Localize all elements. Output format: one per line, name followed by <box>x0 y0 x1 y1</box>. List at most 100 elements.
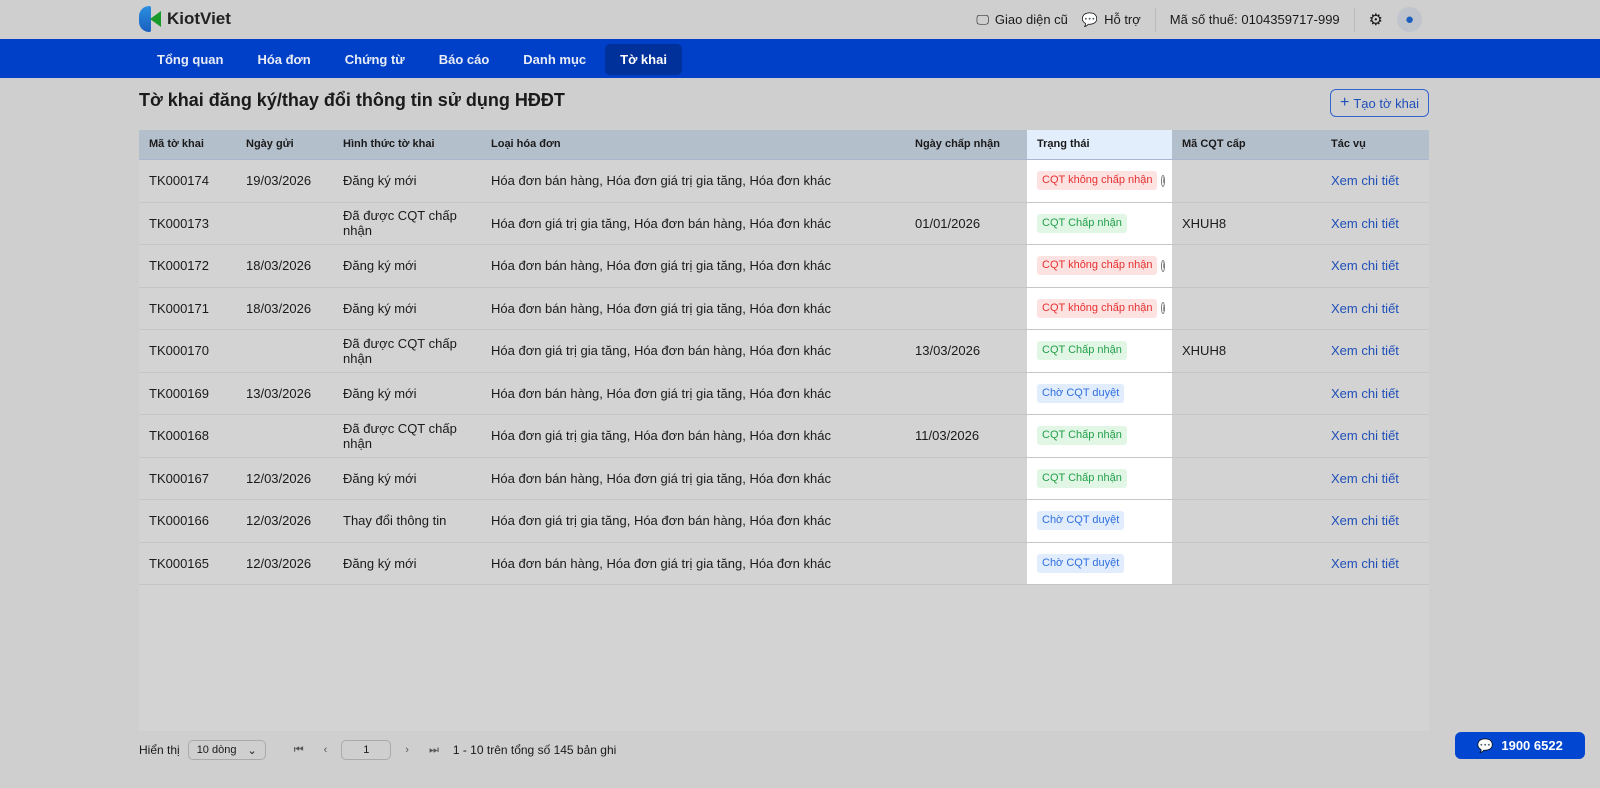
info-icon[interactable]: i <box>1161 259 1166 272</box>
declaration-id: TK000173 <box>149 215 209 231</box>
sent-date: 12/03/2026 <box>246 555 312 571</box>
cell-tax-authority-code <box>1172 288 1321 330</box>
status-badge: CQT không chấp nhận <box>1037 256 1158 276</box>
old-ui-label: Giao diện cũ <box>994 12 1068 27</box>
kiotviet-logo-icon <box>139 6 161 32</box>
pagination: Hiển thị 10 dòng ⌄ ⏮ ‹ 1 › ⏭ 1 - 10 trên … <box>139 740 616 760</box>
info-icon[interactable]: i <box>1161 302 1166 315</box>
invoice-types: Hóa đơn giá trị gia tăng, Hóa đơn bán hà… <box>491 513 831 529</box>
cell-declaration-form: Đăng ký mới <box>333 458 481 500</box>
top-bar: KiotViet 🖵 Giao diện cũ 💬 Hỗ trợ Mã số thu… <box>0 0 1600 39</box>
cell-view-detail-link: Xem chi tiết <box>1321 160 1429 202</box>
last-page-icon[interactable]: ⏭ <box>423 744 445 757</box>
declaration-id: TK000165 <box>149 555 209 571</box>
cell-declaration-id: TK000174 <box>139 160 236 202</box>
column-header: Trạng thái <box>1027 130 1172 159</box>
cell-invoice-types: Hóa đơn bán hàng, Hóa đơn giá trị gia tă… <box>481 458 905 500</box>
chevron-down-icon: ⌄ <box>247 744 257 757</box>
cell-declaration-id: TK000172 <box>139 245 236 287</box>
status-badge: CQT Chấp nhận <box>1037 341 1127 361</box>
cell-accepted-date <box>905 500 1027 542</box>
view-detail-link[interactable]: Xem chi tiết <box>1331 343 1399 358</box>
nav-tab[interactable]: Tờ khai <box>605 44 682 75</box>
cell-declaration-id: TK000165 <box>139 543 236 585</box>
cell-declaration-form: Đăng ký mới <box>333 245 481 287</box>
nav-tab[interactable]: Hóa đơn <box>242 44 325 75</box>
sent-date: 12/03/2026 <box>246 470 312 486</box>
nav-tab[interactable]: Chứng từ <box>330 44 420 75</box>
cell-status-badge: CQT Chấp nhận <box>1027 415 1172 457</box>
status-badge: CQT không chấp nhận <box>1037 298 1158 318</box>
invoice-types: Hóa đơn bán hàng, Hóa đơn giá trị gia tă… <box>491 173 831 189</box>
declaration-id: TK000171 <box>149 300 209 316</box>
cell-declaration-id: TK000167 <box>139 458 236 500</box>
first-page-icon[interactable]: ⏮ <box>288 744 310 757</box>
status-badge: CQT Chấp nhận <box>1037 213 1127 233</box>
accepted-date: 01/01/2026 <box>915 215 981 231</box>
cell-accepted-date: 01/01/2026 <box>905 203 1027 245</box>
next-page-icon[interactable]: › <box>399 744 415 756</box>
cell-declaration-id: TK000173 <box>139 203 236 245</box>
plus-icon: + <box>1340 94 1350 111</box>
tax-code: Mã số thuế: 0104359717-999 <box>1169 12 1340 27</box>
page-input[interactable]: 1 <box>341 740 392 760</box>
column-header: Mã CQT cấp <box>1182 138 1246 150</box>
pagination-summary: 1 - 10 trên tổng số 145 bản ghi <box>452 743 617 757</box>
cell-tax-authority-code: XHUH8 <box>1172 203 1321 245</box>
brand-name: KiotViet <box>167 9 231 28</box>
cell-sent-date <box>236 203 333 245</box>
declaration-form: Đăng ký mới <box>343 470 417 486</box>
old-ui-link[interactable]: 🖵 Giao diện cũ <box>976 12 1068 28</box>
hotline-button[interactable]: 💬 1900 6522 <box>1455 732 1585 759</box>
logo[interactable]: KiotViet <box>139 6 231 32</box>
declaration-form: Đã được CQT chấp nhận <box>343 335 457 366</box>
status-badge: Chờ CQT duyệt <box>1037 553 1125 573</box>
view-detail-link[interactable]: Xem chi tiết <box>1331 428 1399 443</box>
gear-icon[interactable]: ⚙ <box>1369 10 1383 30</box>
info-icon[interactable]: i <box>1161 174 1166 187</box>
tax-authority-code: XHUH8 <box>1182 215 1227 231</box>
page-size-select[interactable]: 10 dòng ⌄ <box>187 740 266 760</box>
cell-status-badge: CQT Chấp nhận <box>1027 457 1172 499</box>
view-detail-link[interactable]: Xem chi tiết <box>1331 301 1399 316</box>
chat-icon: 💬 <box>1477 737 1494 753</box>
view-detail-link[interactable]: Xem chi tiết <box>1331 216 1399 231</box>
view-detail-link[interactable]: Xem chi tiết <box>1331 513 1399 528</box>
table-row: TK000165 12/03/2026 Đăng ký mới Hóa đơn bán… <box>139 542 1429 585</box>
view-detail-link[interactable]: Xem chi tiết <box>1331 173 1399 188</box>
cell-tax-authority-code <box>1172 245 1321 287</box>
cell-tax-authority-code <box>1172 415 1321 457</box>
table-row: TK000174 19/03/2026 Đăng ký mới Hóa đơn bán… <box>139 160 1429 203</box>
view-detail-link[interactable]: Xem chi tiết <box>1331 471 1399 486</box>
invoice-types: Hóa đơn giá trị gia tăng, Hóa đơn bán hà… <box>491 428 831 444</box>
invoice-types: Hóa đơn giá trị gia tăng, Hóa đơn bán hà… <box>491 215 831 231</box>
view-detail-link[interactable]: Xem chi tiết <box>1331 556 1399 571</box>
nav-tab[interactable]: Tổng quan <box>142 44 238 75</box>
cell-invoice-types: Hóa đơn bán hàng, Hóa đơn giá trị gia tă… <box>481 543 905 585</box>
cell-status-badge: Chờ CQT duyệt <box>1027 500 1172 542</box>
cell-declaration-form: Đăng ký mới <box>333 160 481 202</box>
avatar[interactable]: ● <box>1397 7 1422 32</box>
view-detail-link[interactable]: Xem chi tiết <box>1331 386 1399 401</box>
cell-sent-date: 19/03/2026 <box>236 160 333 202</box>
cell-declaration-form: Đăng ký mới <box>333 288 481 330</box>
support-link[interactable]: 💬 Hỗ trợ <box>1082 12 1141 28</box>
declaration-id: TK000167 <box>149 470 209 486</box>
view-detail-link[interactable]: Xem chi tiết <box>1331 258 1399 273</box>
declaration-form: Đăng ký mới <box>343 555 417 571</box>
cell-view-detail-link: Xem chi tiết <box>1321 500 1429 542</box>
nav-tab[interactable]: Danh mục <box>508 44 601 75</box>
nav-tab[interactable]: Báo cáo <box>424 44 505 75</box>
declaration-id: TK000172 <box>149 258 209 274</box>
monitor-icon: 🖵 <box>976 11 989 27</box>
create-declaration-button[interactable]: + Tạo tờ khai <box>1330 89 1429 117</box>
invoice-types: Hóa đơn bán hàng, Hóa đơn giá trị gia tă… <box>491 385 831 401</box>
cell-view-detail-link: Xem chi tiết <box>1321 330 1429 372</box>
cell-accepted-date <box>905 458 1027 500</box>
cell-tax-authority-code <box>1172 500 1321 542</box>
status-badge: CQT Chấp nhận <box>1037 426 1127 446</box>
declaration-form: Đăng ký mới <box>343 300 417 316</box>
main-nav: Tổng quan Hóa đơn Chứng từ Báo cáo Danh mục T… <box>0 39 1600 78</box>
cell-view-detail-link: Xem chi tiết <box>1321 543 1429 585</box>
prev-page-icon[interactable]: ‹ <box>318 744 334 756</box>
